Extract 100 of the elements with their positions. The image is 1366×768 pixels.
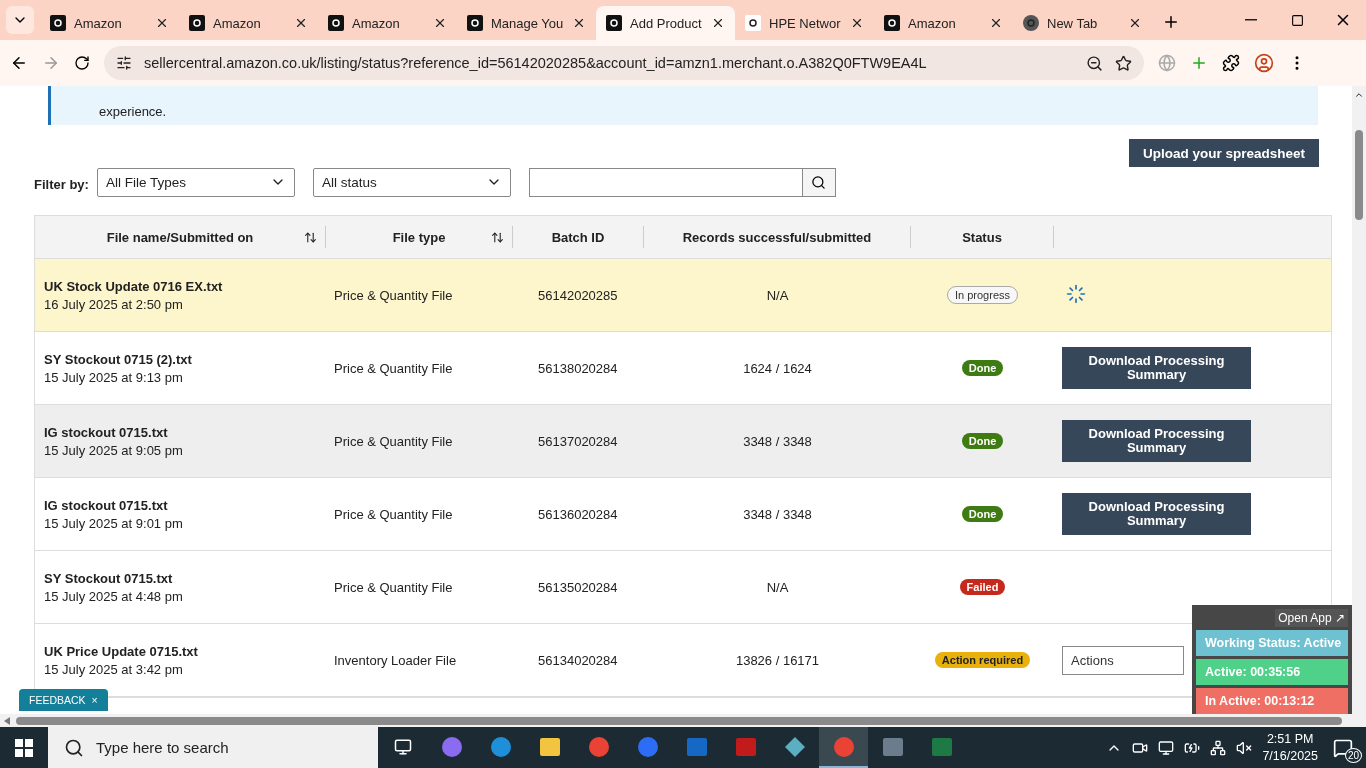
upload-button[interactable]: Upload your spreadsheet [1128,139,1319,167]
column-header: Records successful/submitted [682,229,872,245]
back-icon[interactable] [10,54,28,72]
table-cell-text: Price & Quantity File [333,433,454,449]
column-header[interactable]: File name/Submitted on [106,229,254,245]
close-icon[interactable] [294,16,308,30]
file-name: IG stockout 0715.txt [44,497,169,513]
clock[interactable]: 2:51 PM 7/16/2025 [1262,732,1318,763]
actions-dropdown[interactable]: Actions [1062,645,1184,675]
table-cell-text: 3348 / 3348 [742,506,813,522]
table-cell-text: N/A [765,287,790,303]
reload-icon[interactable] [74,55,90,71]
file-name: IG stockout 0715.txt [44,424,169,440]
scroll-left-icon[interactable] [4,716,10,725]
mute-icon[interactable] [1236,739,1253,756]
status-badge: Done [961,360,1004,376]
extensions-icon[interactable] [1222,54,1240,72]
scrollbar-thumb[interactable] [1355,130,1363,220]
column-header: Batch ID [551,229,605,245]
close-icon[interactable] [850,16,864,30]
browser-tab[interactable]: Amazon [874,6,1013,40]
browser-tab[interactable]: Amazon [40,6,179,40]
table-cell-text: Price & Quantity File [333,360,454,376]
close-icon[interactable] [155,16,169,30]
table-cell-text: 56137020284 [537,433,619,449]
table-cell-text: 56142020285 [537,287,619,303]
search-icon [64,737,84,758]
profile-icon[interactable] [1254,53,1274,73]
table-cell-text: N/A [765,579,790,595]
banner-text: experience. [99,104,167,119]
search-button[interactable] [801,168,835,196]
feedback-tab[interactable]: FEEDBACK × [19,689,108,711]
download-button[interactable]: Download Processing Summary [1062,493,1251,535]
network-icon[interactable] [1210,739,1227,756]
column-header: Status [962,229,1002,245]
table-cell-text: Price & Quantity File [333,287,454,303]
table-cell-text: 13826 / 16171 [734,652,821,668]
browser-tab[interactable]: Amazon [179,6,318,40]
scrollbar-thumb[interactable] [16,716,1342,725]
download-button[interactable]: Download Processing Summary [1062,420,1251,462]
table-cell-text: 56134020284 [537,652,619,668]
download-button[interactable]: Download Processing Summary [1062,347,1251,389]
table-cell-text: 3348 / 3348 [742,433,813,449]
file-name: SY Stockout 0715.txt [44,570,174,586]
close-icon[interactable] [989,16,1003,30]
status-badge: Done [961,433,1004,449]
table-cell-text: 56135020284 [537,579,619,595]
submitted-date: 16 July 2025 at 2:50 pm [44,296,184,312]
site-settings-icon[interactable] [116,55,132,71]
scroll-up-icon[interactable] [1354,90,1364,100]
search-icon [811,174,827,190]
status-badge: Failed [959,579,1006,595]
display-icon[interactable] [1158,739,1175,756]
browser-tab[interactable]: HPE Networ [735,6,874,40]
submitted-date: 15 July 2025 at 9:01 pm [44,515,184,531]
filter-label: Filter by: [34,176,89,192]
table-cell-text: 56136020284 [537,506,619,522]
status-dropdown[interactable]: All status [312,167,511,197]
file-type-dropdown[interactable]: All File Types [96,167,295,197]
tracker-status: In Active: 00:13:12 [1196,688,1348,714]
sort-icon[interactable] [491,230,504,244]
new-tab-icon[interactable] [1162,13,1180,31]
close-icon[interactable] [711,16,725,30]
close-icon[interactable] [1128,16,1142,30]
column-header[interactable]: File type [392,229,446,245]
zoom-icon[interactable] [1086,54,1103,72]
submitted-date: 15 July 2025 at 9:05 pm [44,442,184,458]
windows-icon [15,738,33,757]
search-field[interactable] [528,167,836,197]
restore-icon [1290,13,1304,27]
open-app-link[interactable]: Open App ↗ [1275,609,1348,627]
forward-icon[interactable] [42,54,60,72]
tracker-status: Working Status: Active [1196,630,1348,656]
table-cell-text: Price & Quantity File [333,579,454,595]
close-icon[interactable] [572,16,586,30]
table-cell-text: 1624 / 1624 [742,360,813,376]
file-name: UK Stock Update 0716 EX.txt [44,278,224,294]
browser-tab[interactable]: Add Product [596,6,735,40]
bookmark-icon[interactable] [1115,54,1132,72]
close-icon[interactable] [433,16,447,30]
status-badge: Action required [934,652,1031,668]
browser-tab[interactable]: Manage You [457,6,596,40]
browser-tab[interactable]: New Tab [1013,6,1152,40]
status-badge: In progress [947,286,1018,304]
browser-tab[interactable]: Amazon [318,6,457,40]
table-cell-text: 56138020284 [537,360,619,376]
taskbar-search-field[interactable]: Type here to search [48,727,378,768]
sort-icon[interactable] [304,230,317,244]
spinner-icon [1066,283,1086,304]
submitted-date: 15 July 2025 at 4:48 pm [44,588,184,604]
minimize-icon [1245,19,1257,21]
task-view-icon [393,737,412,756]
address-bar[interactable]: sellercentral.amazon.co.uk/listing/status?reference_id=56142020285&account_id=amzn1.merchant.o.A382Q0FTW9EA4L [104,46,1144,80]
tracker-status: Active: 00:35:56 [1196,659,1348,685]
close-icon[interactable]: × [91,694,98,706]
table-cell-text: Inventory Loader File [333,652,458,668]
file-name: UK Price Update 0715.txt [44,643,199,659]
file-name: SY Stockout 0715 (2).txt [44,351,193,367]
submitted-date: 15 July 2025 at 9:13 pm [44,369,184,385]
tab-list-button[interactable] [6,6,34,34]
